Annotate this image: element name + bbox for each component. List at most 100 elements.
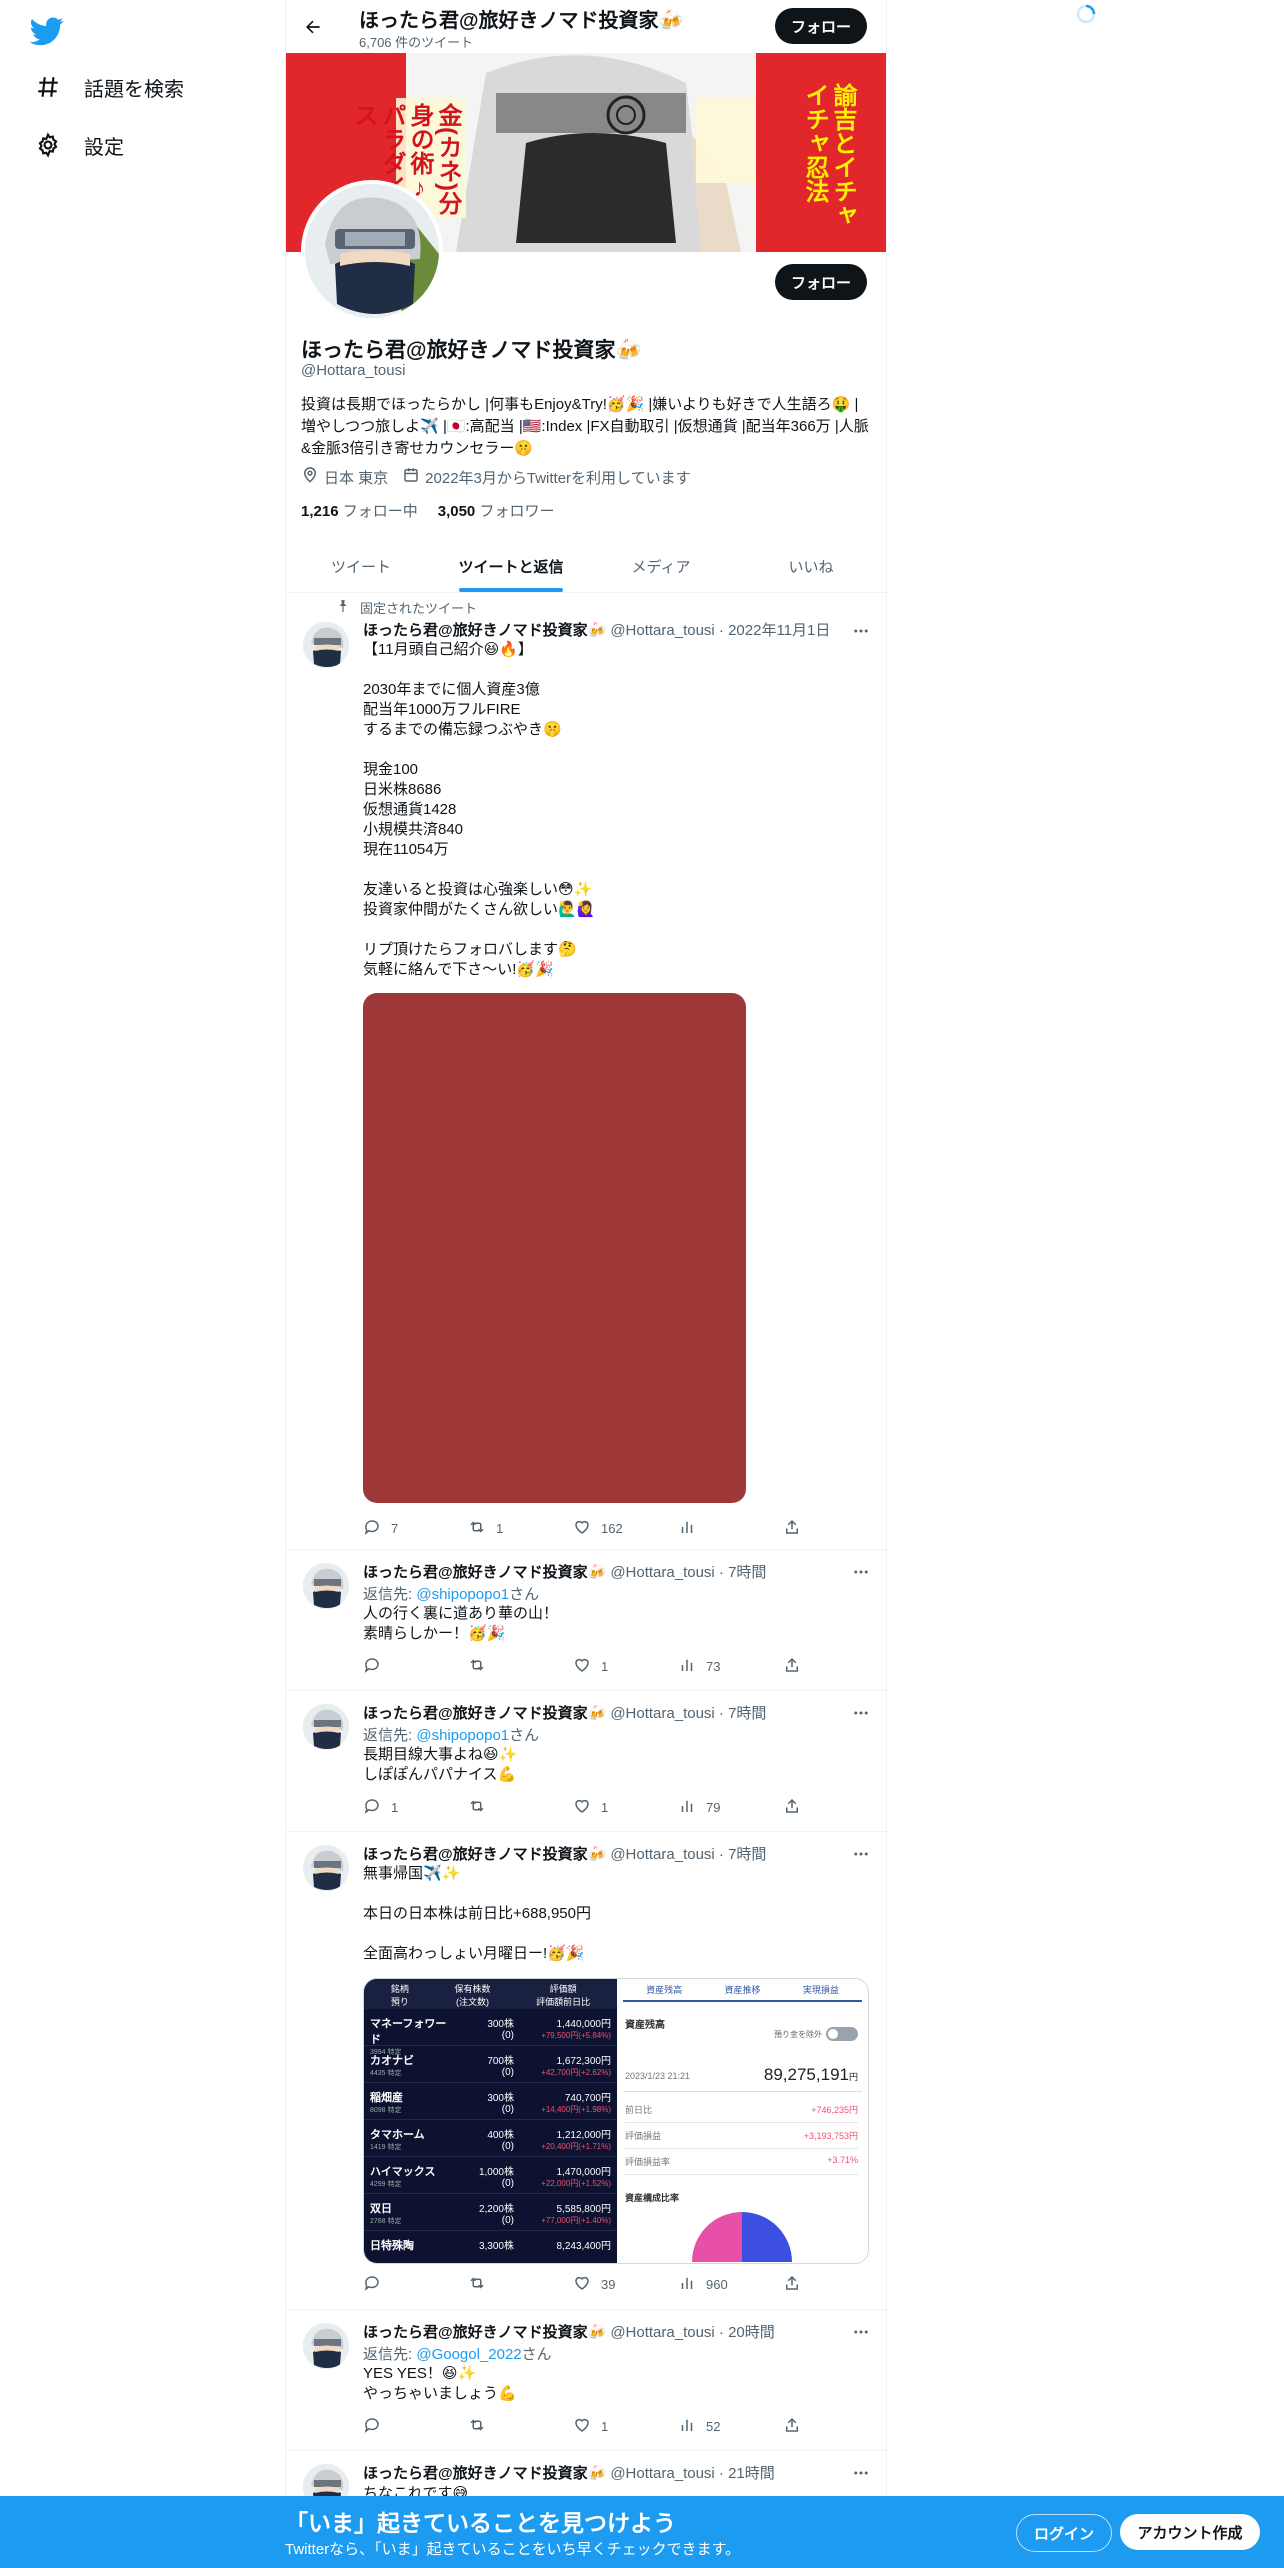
tweet-image[interactable] <box>363 993 746 1503</box>
like-button[interactable]: 1 <box>573 1655 633 1677</box>
views-button[interactable]: 960 <box>678 2273 738 2295</box>
tweet-image-portfolio[interactable]: 銘柄 預り 保有株数 (注文数) 評価額 評価額前日比 マネーフォワード 3994… <box>363 1978 869 2264</box>
profile-follow-button[interactable]: フォロー <box>775 264 867 300</box>
reply-button[interactable]: 1 <box>363 1796 423 1818</box>
following-link[interactable]: 1,216 フォロー中 <box>301 500 418 521</box>
asset-tab: 実現損益 <box>802 1985 839 1995</box>
tweet-meta[interactable]: @Hottara_tousi · 20時間 <box>610 2321 774 2342</box>
hashtag-icon <box>34 73 62 101</box>
views-button[interactable] <box>678 1517 738 1539</box>
tweet-avatar[interactable] <box>303 1845 349 1891</box>
reply-button[interactable] <box>363 2415 423 2437</box>
reply-icon <box>363 2416 381 2437</box>
retweet-button[interactable]: 1 <box>468 1517 528 1539</box>
retweet-icon <box>468 2416 486 2437</box>
tweet-reply-2[interactable]: ほったら君@旅好きノマド投資家🍻 @Hottara_tousi · 7時間 返信… <box>286 1690 886 1832</box>
tweet-author-name[interactable]: ほったら君@旅好きノマド投資家🍻 <box>363 2321 606 2342</box>
like-button[interactable]: 1 <box>573 1796 633 1818</box>
tab-media[interactable]: メディア <box>586 540 736 592</box>
more-options-icon[interactable] <box>850 2462 872 2484</box>
tweet-avatar[interactable] <box>303 622 349 668</box>
asset-pie-chart <box>692 2212 792 2262</box>
profile-follow-stats: 1,216 フォロー中 3,050 フォロワー <box>301 500 554 521</box>
tweet-actions: 1 52 <box>363 2415 803 2437</box>
nav-explore[interactable]: 話題を検索 <box>34 67 184 107</box>
profile-avatar[interactable] <box>301 180 443 322</box>
tweet-actions: 1 73 <box>363 1655 803 1677</box>
asset-tab: 資産推移 <box>724 1985 761 1995</box>
create-account-button[interactable]: アカウント作成 <box>1120 2514 1260 2550</box>
like-button[interactable]: 1 <box>573 2415 633 2437</box>
more-options-icon[interactable] <box>850 1702 872 1724</box>
reply-to-link[interactable]: @shipopopo1 <box>416 1586 509 1603</box>
analytics-icon <box>678 2274 696 2295</box>
tweet-author-name[interactable]: ほったら君@旅好きノマド投資家🍻 <box>363 1702 606 1723</box>
tweet-meta[interactable]: @Hottara_tousi · 7時間 <box>610 1843 766 1864</box>
nav-explore-label: 話題を検索 <box>84 78 184 101</box>
more-options-icon[interactable] <box>850 2321 872 2343</box>
nav-settings[interactable]: 設定 <box>34 125 124 165</box>
tweet-meta[interactable]: @Hottara_tousi · 21時間 <box>610 2462 774 2483</box>
profile-handle: @Hottara_tousi <box>301 362 406 379</box>
retweet-icon <box>468 1656 486 1677</box>
share-button[interactable] <box>783 2415 803 2437</box>
tweet-avatar[interactable] <box>303 1563 349 1609</box>
followers-link[interactable]: 3,050 フォロワー <box>438 500 555 521</box>
tweet-reply-1[interactable]: ほったら君@旅好きノマド投資家🍻 @Hottara_tousi · 7時間 返信… <box>286 1549 886 1691</box>
more-options-icon[interactable] <box>850 1843 872 1865</box>
tweet-with-image[interactable]: ほったら君@旅好きノマド投資家🍻 @Hottara_tousi · 7時間 無事… <box>286 1831 886 2310</box>
tweet-author-name[interactable]: ほったら君@旅好きノマド投資家🍻 <box>363 1843 606 1864</box>
login-button[interactable]: ログイン <box>1016 2514 1112 2552</box>
reply-button[interactable] <box>363 2273 423 2295</box>
tweet-meta[interactable]: @Hottara_tousi · 7時間 <box>610 1561 766 1582</box>
retweet-button[interactable] <box>468 1796 528 1818</box>
asset-line: 評価損益 +3,193,753円 <box>625 2123 858 2149</box>
location-icon <box>301 466 319 488</box>
share-icon <box>783 2274 801 2295</box>
retweet-button[interactable] <box>468 1655 528 1677</box>
reply-to-link[interactable]: @shipopopo1 <box>416 1727 509 1744</box>
tweet-reply-3[interactable]: ほったら君@旅好きノマド投資家🍻 @Hottara_tousi · 20時間 返… <box>286 2309 886 2451</box>
tab-likes[interactable]: いいね <box>736 540 886 592</box>
retweet-button[interactable] <box>468 2273 528 2295</box>
tweet-avatar[interactable] <box>303 1704 349 1750</box>
share-button[interactable] <box>783 1796 803 1818</box>
tweet-author-name[interactable]: ほったら君@旅好きノマド投資家🍻 <box>363 2462 606 2483</box>
profile-joined: 2022年3月からTwitterを利用しています <box>425 469 691 487</box>
like-button[interactable]: 162 <box>573 1517 633 1539</box>
share-button[interactable] <box>783 1655 803 1677</box>
views-button[interactable]: 79 <box>678 1796 738 1818</box>
reply-button[interactable]: 7 <box>363 1517 423 1539</box>
retweet-button[interactable] <box>468 2415 528 2437</box>
tab-tweets-and-replies[interactable]: ツイートと返信 <box>436 540 586 592</box>
tweet-meta[interactable]: @Hottara_tousi · 7時間 <box>610 1702 766 1723</box>
tweet-pinned[interactable]: 固定されたツイート ほったら君@旅好きノマド投資家🍻 @Hottara_tous… <box>286 593 886 1550</box>
tweet-actions: 7 1 162 <box>363 1517 803 1539</box>
tweet-actions: 39 960 <box>363 2273 803 2295</box>
profile-name: ほったら君@旅好きノマド投資家🍻 <box>301 339 642 362</box>
views-button[interactable]: 52 <box>678 2415 738 2437</box>
tweet-avatar[interactable] <box>303 2323 349 2369</box>
tab-tweets[interactable]: ツイート <box>286 540 436 592</box>
reply-to-link[interactable]: @Googol_2022 <box>416 2346 521 2363</box>
more-options-icon[interactable] <box>850 1561 872 1583</box>
more-options-icon[interactable] <box>850 620 872 642</box>
tweet-author-name[interactable]: ほったら君@旅好きノマド投資家🍻 <box>363 1561 606 1582</box>
like-button[interactable]: 39 <box>573 2273 633 2295</box>
share-button[interactable] <box>783 2273 803 2295</box>
pinned-label: 固定されたツイート <box>360 601 478 616</box>
header-follow-button[interactable]: フォロー <box>775 8 867 44</box>
share-button[interactable] <box>783 1517 803 1539</box>
tweet-author-name[interactable]: ほったら君@旅好きノマド投資家🍻 <box>363 619 606 640</box>
tweet-meta[interactable]: @Hottara_tousi · 2022年11月1日 <box>610 619 830 640</box>
profile-meta: 日本 東京 2022年3月からTwitterを利用しています <box>301 466 691 488</box>
holding-row: 稲畑産 8098 特定 300株 (0) 740,700円 +14,400円(+1.98%… <box>364 2083 617 2120</box>
twitter-logo-icon[interactable] <box>29 14 64 48</box>
reply-icon <box>363 1656 381 1677</box>
views-button[interactable]: 73 <box>678 1655 738 1677</box>
back-arrow-icon[interactable] <box>296 10 330 44</box>
tweet-text: 長期目線大事よね😆✨ しぽぽんパパナイス💪 <box>363 1746 518 1783</box>
share-icon <box>783 1518 801 1539</box>
reply-button[interactable] <box>363 1655 423 1677</box>
replying-to: 返信先: @Googol_2022さん <box>363 2346 552 2363</box>
